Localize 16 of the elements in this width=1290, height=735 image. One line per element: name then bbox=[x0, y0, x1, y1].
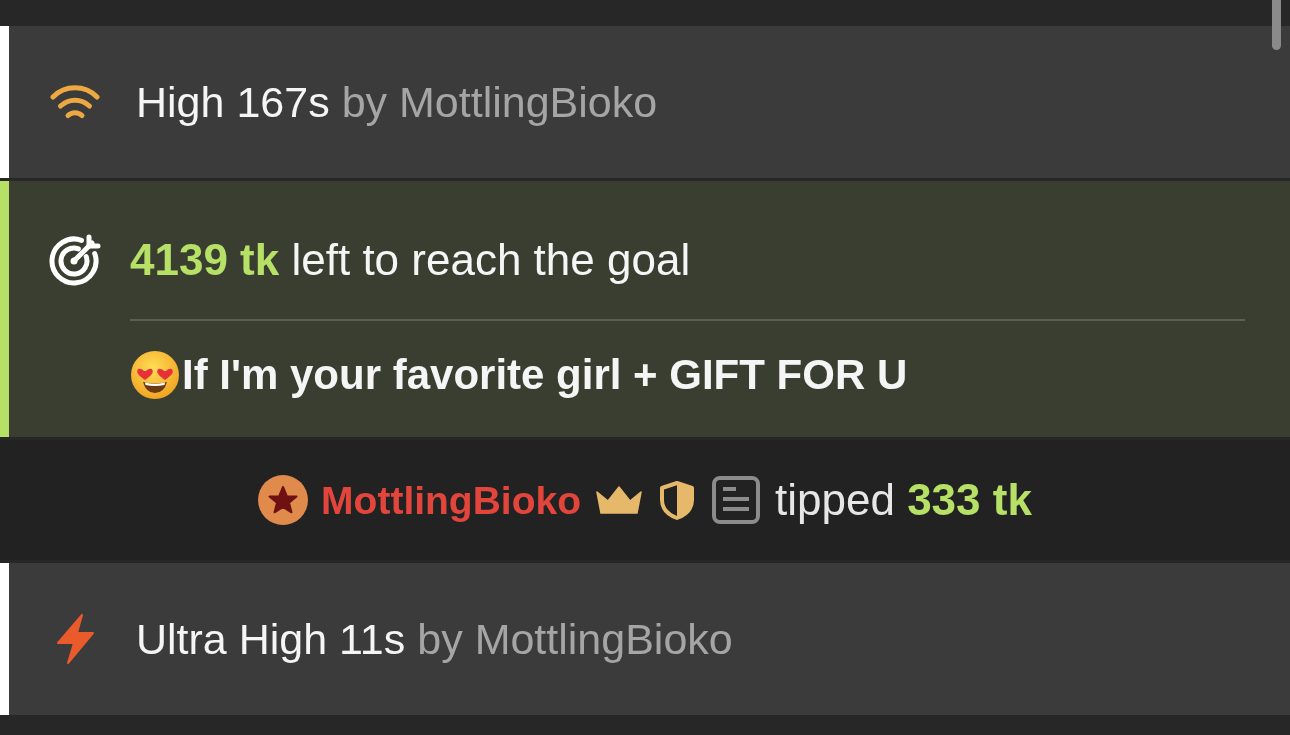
heart-eyes-emoji-icon bbox=[130, 350, 180, 400]
star-avatar-icon bbox=[258, 475, 309, 525]
event-title: High 167s bbox=[136, 80, 330, 124]
goal-remaining-text: 4139 tk left to reach the goal bbox=[130, 238, 691, 282]
tipper-name[interactable]: MottlingBioko bbox=[321, 480, 582, 520]
shield-icon bbox=[658, 480, 697, 520]
event-author: by MottlingBioko bbox=[341, 80, 658, 124]
goal-description: If I'm your favorite girl + GIFT FOR U bbox=[182, 354, 908, 396]
event-title: Ultra High 11s bbox=[136, 617, 406, 661]
target-arrow-icon bbox=[48, 233, 102, 287]
waves-icon bbox=[50, 83, 100, 121]
crown-icon bbox=[596, 486, 643, 514]
tip-message: tipped 333 tk bbox=[775, 478, 1032, 522]
document-icon bbox=[712, 476, 761, 524]
scrollbar-thumb[interactable] bbox=[1272, 0, 1281, 50]
event-author: by MottlingBioko bbox=[417, 617, 733, 661]
